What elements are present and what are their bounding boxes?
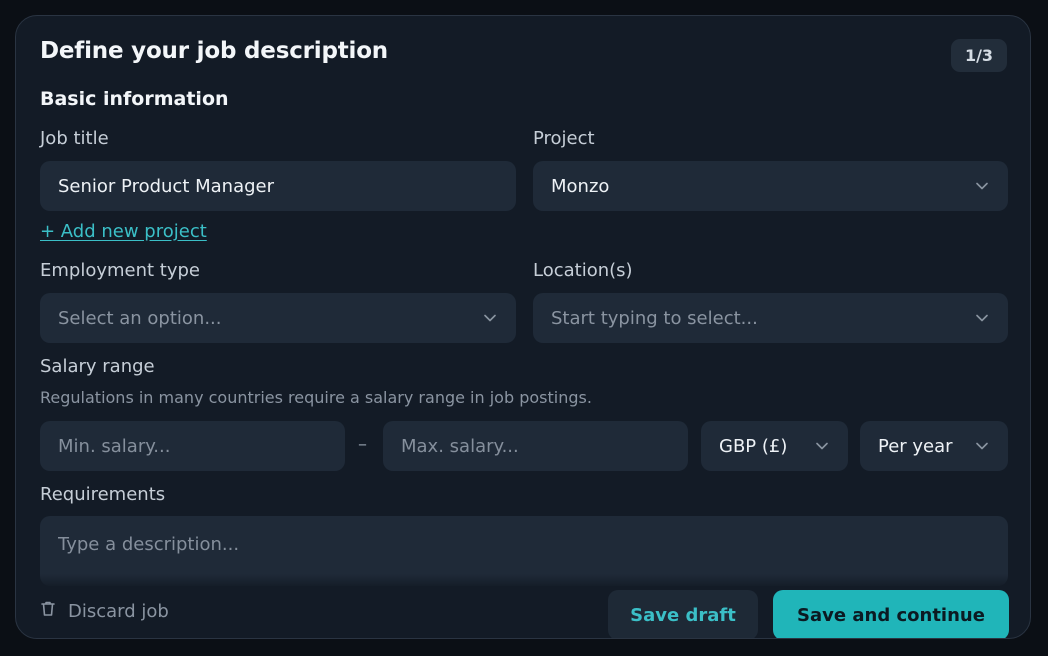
employment-type-select[interactable]: Select an option... bbox=[40, 293, 516, 343]
section-heading-basic-info: Basic information bbox=[40, 88, 229, 110]
job-description-card: Define your job description 1/3 Basic in… bbox=[15, 15, 1031, 639]
employment-type-label: Employment type bbox=[40, 260, 201, 281]
locations-select[interactable]: Start typing to select... bbox=[533, 293, 1008, 343]
trash-icon bbox=[40, 600, 56, 622]
step-indicator-badge: 1/3 bbox=[951, 39, 1007, 72]
save-draft-button[interactable]: Save draft bbox=[608, 590, 758, 638]
page-title: Define your job description bbox=[40, 38, 388, 64]
currency-select-value: GBP (£) bbox=[719, 435, 788, 457]
pay-period-select[interactable]: Per year bbox=[860, 421, 1008, 471]
chevron-down-icon bbox=[814, 438, 830, 454]
project-select-value: Monzo bbox=[551, 175, 610, 197]
job-title-input[interactable] bbox=[58, 175, 498, 197]
max-salary-input[interactable] bbox=[401, 435, 670, 457]
min-salary-input[interactable] bbox=[58, 435, 327, 457]
locations-label: Location(s) bbox=[533, 260, 633, 281]
locations-placeholder: Start typing to select... bbox=[551, 307, 758, 329]
employment-type-placeholder: Select an option... bbox=[58, 307, 222, 329]
chevron-down-icon bbox=[974, 310, 990, 326]
scroll-fade bbox=[16, 574, 1030, 588]
chevron-down-icon bbox=[974, 178, 990, 194]
salary-range-hint: Regulations in many countries require a … bbox=[40, 388, 592, 407]
add-new-project-link[interactable]: + Add new project bbox=[40, 221, 207, 242]
discard-job-button[interactable]: Discard job bbox=[40, 600, 169, 622]
project-select[interactable]: Monzo bbox=[533, 161, 1008, 211]
chevron-down-icon bbox=[974, 438, 990, 454]
currency-select[interactable]: GBP (£) bbox=[701, 421, 848, 471]
min-salary-field[interactable] bbox=[40, 421, 345, 471]
salary-range-separator: – bbox=[358, 434, 367, 455]
salary-range-label: Salary range bbox=[40, 356, 155, 377]
pay-period-select-value: Per year bbox=[878, 435, 953, 457]
project-label: Project bbox=[533, 128, 595, 149]
save-and-continue-button[interactable]: Save and continue bbox=[773, 590, 1009, 638]
job-title-field[interactable] bbox=[40, 161, 516, 211]
requirements-textarea[interactable] bbox=[58, 534, 990, 558]
max-salary-field[interactable] bbox=[383, 421, 688, 471]
job-title-label: Job title bbox=[40, 128, 109, 149]
requirements-label: Requirements bbox=[40, 484, 166, 505]
discard-job-label: Discard job bbox=[68, 600, 169, 622]
chevron-down-icon bbox=[482, 310, 498, 326]
